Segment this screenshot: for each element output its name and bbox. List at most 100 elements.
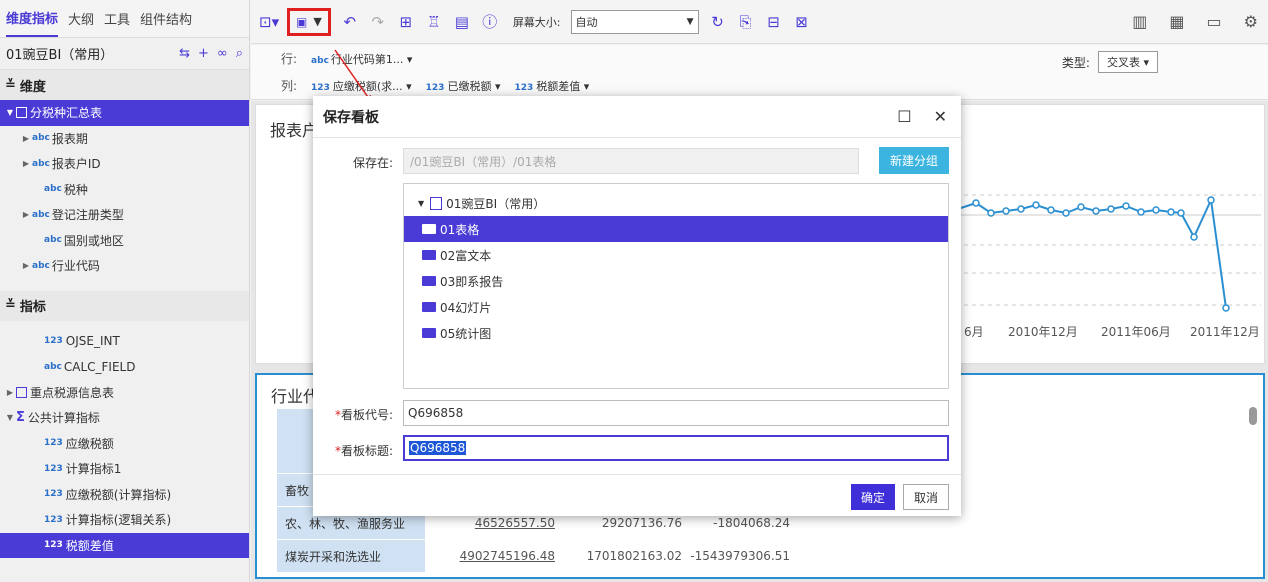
text-field-icon: abc [32, 209, 50, 220]
dashboard-title-input[interactable]: Q696858 [403, 435, 949, 461]
refresh-icon[interactable]: ↻ [709, 13, 727, 31]
number-field-icon: 123 [44, 336, 63, 347]
new-component-icon[interactable]: ⊡▾ [259, 13, 279, 31]
folder-item[interactable]: 02富文本 [404, 242, 948, 268]
tree-item[interactable]: abc 国别或地区 [0, 228, 249, 254]
tab-dimension-metric[interactable]: 维度指标 [6, 0, 59, 37]
folder-list: 01表格 02富文本 03即系报告 04幻灯片 05统计图 [404, 216, 948, 346]
table-icon [16, 107, 27, 119]
table-cell[interactable]: 4902745196.48 [427, 540, 555, 572]
tree-item[interactable]: 123 计算指标1 [0, 456, 249, 482]
add-icon[interactable]: + [198, 46, 209, 61]
data-icon[interactable]: ⊠ [793, 13, 811, 31]
table-icon [16, 386, 27, 398]
save-in-label: 保存在: [352, 156, 393, 170]
toolbar: ⊡▾ ▣ ▼ ↶ ↷ ⊞ ♖ ▤ ⓘ 屏幕大小: 自动 ▼ ↻ ⎘ ⊟ ⊠ ▥ … [251, 0, 1268, 44]
undo-icon[interactable]: ↶ [341, 13, 359, 31]
folder-root[interactable]: ▼ 01豌豆BI（常用） [404, 190, 948, 216]
preview-icon[interactable]: ⊞ [397, 13, 415, 31]
tree-item[interactable]: ▶ abc 报表户ID [0, 151, 249, 177]
metric-section-header[interactable]: ≚ 指标 [0, 290, 249, 321]
expand-right-icon: ▶ [22, 261, 30, 271]
hide-panel-icon[interactable]: ▭ [1207, 12, 1222, 31]
chart-icon[interactable]: ▥ [1132, 12, 1147, 31]
tree-item-label: CALC_FIELD [63, 359, 136, 374]
info-icon[interactable]: ⓘ [481, 11, 499, 32]
tree-item[interactable]: 123 OJSE_INT [0, 329, 249, 355]
datasource-name[interactable]: 01豌豆BI（常用） [6, 44, 113, 63]
new-group-button[interactable]: 新建分组 [879, 147, 949, 174]
folder-item[interactable]: 05统计图 [404, 320, 948, 346]
title-label: *看板标题: [334, 444, 393, 458]
dimension-section-header[interactable]: ≚ 维度 [0, 70, 249, 100]
page-settings-icon[interactable]: ▤ [453, 13, 471, 31]
x-tick-2: 2010年12月 [1008, 325, 1078, 339]
save-button-highlight[interactable]: ▣ ▼ [287, 7, 331, 36]
datasource-bar: 01豌豆BI（常用） ⇆ + ∞ ⌕ [0, 38, 249, 70]
tree-item[interactable]: 123 应缴税额(计算指标) [0, 482, 249, 508]
folder-item[interactable]: 01表格 [404, 216, 948, 242]
tree-item[interactable]: ▶ abc 报表期 [0, 126, 249, 152]
cancel-button[interactable]: 取消 [903, 484, 949, 510]
theme-icon[interactable]: ♖ [425, 13, 443, 31]
type-select[interactable]: 交叉表 ▾ [1097, 51, 1158, 73]
text-field-icon: abc [32, 133, 50, 144]
grid-icon[interactable]: ▦ [1169, 12, 1184, 31]
text-field-icon: abc [44, 235, 62, 246]
tree-item[interactable]: 123 税额差值 [0, 532, 249, 558]
row-column-region: 行: abc 行业代码第1... ▾ 列: 123 应缴税额(求... ▾ 123 已… [251, 45, 1268, 100]
tab-component-structure[interactable]: 组件结构 [140, 1, 192, 36]
tree-item[interactable]: abc 税种 [0, 177, 249, 203]
redo-icon[interactable]: ↷ [369, 13, 387, 31]
tab-tools[interactable]: 工具 [104, 1, 130, 36]
tree-item[interactable]: abc CALC_FIELD [0, 354, 249, 380]
save-path-field: /01豌豆BI（常用）/01表格 [403, 148, 859, 174]
sigma-icon: Σ [16, 410, 25, 426]
folder-item[interactable]: 04幻灯片 [404, 294, 948, 320]
export-icon[interactable]: ⎘ [737, 13, 755, 31]
scrollbar-thumb[interactable] [1249, 407, 1257, 425]
tree-item[interactable]: ▶ abc 行业代码 [0, 253, 249, 279]
folder-icon [422, 224, 436, 234]
tree-item[interactable]: ▼ Σ 公共计算指标 [0, 405, 249, 431]
table-panel-title: 行业代 [271, 387, 320, 406]
expand-icon: ▼ [418, 198, 425, 208]
tab-outline[interactable]: 大纲 [68, 1, 94, 36]
link-icon[interactable]: ∞ [217, 46, 228, 61]
expand-right-icon: ▶ [22, 210, 30, 220]
tree-item-label: 分税种汇总表 [30, 106, 103, 121]
close-icon[interactable]: ✕ [934, 107, 947, 126]
tree-item-label: 国别或地区 [63, 233, 124, 248]
number-field-icon: 123 [44, 438, 63, 449]
x-tick-1: 6月 [964, 325, 984, 339]
dimension-list: ▼ 分税种汇总表 ▶ abc 报表期 ▶ abc 报表户ID abc 税种 ▶ abc 登记注册类型 ab… [0, 100, 249, 279]
screen-size-select[interactable]: 自动 ▼ [570, 9, 699, 34]
row-field[interactable]: abc 行业代码第1... ▾ [311, 51, 412, 67]
text-field-icon: abc [44, 184, 62, 195]
tree-item-label: 行业代码 [51, 259, 100, 274]
tree-item[interactable]: 123 应缴税额 [0, 431, 249, 457]
report-icon[interactable]: ⊟ [765, 13, 783, 31]
folder-item[interactable]: 03即系报告 [404, 268, 948, 294]
dialog-header: 保存看板 ☐ ✕ [313, 96, 961, 138]
tree-item[interactable]: 123 计算指标(逻辑关系) [0, 507, 249, 533]
folder-tree: ▼ 01豌豆BI（常用） 01表格 02富文本 03即系报告 04幻灯片 05统计图 [403, 183, 949, 389]
confirm-button[interactable]: 确定 [851, 484, 895, 510]
maximize-icon[interactable]: ☐ [897, 107, 911, 126]
folder-icon [422, 328, 436, 338]
tree-item[interactable]: ▶ 重点税源信息表 [0, 380, 249, 406]
column-field-3[interactable]: 123 税额差值 ▾ [514, 78, 589, 94]
column-field-1[interactable]: 123 应缴税额(求... ▾ [311, 78, 412, 94]
switch-datasource-icon[interactable]: ⇆ [179, 46, 190, 61]
tree-item-label: 重点税源信息表 [30, 385, 115, 400]
dashboard-code-input[interactable]: Q696858 [403, 400, 949, 426]
dropdown-arrow-icon: ▼ [313, 15, 322, 28]
column-field-2[interactable]: 123 已缴税额 ▾ [426, 78, 501, 94]
tree-item[interactable]: ▶ abc 登记注册类型 [0, 202, 249, 228]
tree-item[interactable]: ▼ 分税种汇总表 [0, 100, 249, 126]
datasource-tools: ⇆ + ∞ ⌕ [179, 46, 243, 61]
column-line: 列: 123 应缴税额(求... ▾ 123 已缴税额 ▾ 123 税额差值 ▾ [281, 78, 590, 94]
number-field-icon: 123 [44, 514, 63, 525]
settings-icon[interactable]: ⚙ [1244, 12, 1258, 31]
search-icon[interactable]: ⌕ [236, 46, 243, 61]
